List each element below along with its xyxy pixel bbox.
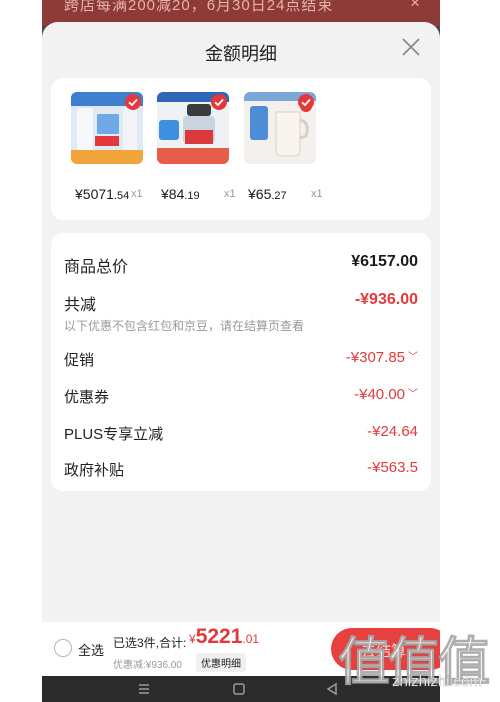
subsidy-value: -¥563.5 [367, 459, 418, 476]
product-item[interactable]: ¥5071.54 x1 [71, 92, 145, 202]
product-item[interactable]: ¥84.19 x1 [157, 92, 236, 202]
close-icon[interactable] [400, 36, 422, 58]
reduce-value: -¥936.00 [354, 291, 418, 308]
product-thumbnail-kettle [244, 92, 316, 164]
menu-icon[interactable] [137, 682, 151, 696]
reduce-label: 共减 [64, 297, 97, 314]
product-item[interactable]: ¥65.27 x1 [244, 92, 323, 202]
product-qty: x1 [224, 188, 236, 200]
product-qty: x1 [131, 188, 143, 200]
coupon-value: -¥40.00 ﹀ [354, 386, 418, 403]
back-icon[interactable] [325, 682, 339, 696]
checkmark-icon [125, 94, 141, 110]
discount-summary: 优惠减:¥936.00 [113, 660, 182, 671]
promotion-value: -¥307.85 ﹀ [345, 349, 418, 366]
product-qty: x1 [311, 188, 323, 200]
phone-screen: 跨店每满200减20，6月30日24点结束 × 金额明细 ¥5071.54 x1… [42, 0, 440, 702]
product-thumbnail-chopper [157, 92, 229, 164]
subsidy-label: 政府补贴 [64, 462, 125, 479]
home-icon[interactable] [232, 682, 246, 696]
checkmark-icon [298, 94, 314, 110]
coupon-label: 优惠券 [64, 389, 110, 406]
product-list: ¥5071.54 x1 ¥84.19 x1 ¥65.27 x1 [51, 78, 431, 220]
total-label: 商品总价 [64, 259, 129, 276]
price-summary: 商品总价 ¥6157.00 共减 -¥936.00 以下优惠不包含红包和京豆，请… [51, 233, 431, 491]
select-all-label[interactable]: 全选 [78, 640, 104, 659]
discount-note: 以下优惠不包含红包和京豆，请在结算页查看 [64, 319, 305, 333]
total-value: ¥6157.00 [351, 253, 418, 270]
product-thumbnail-ac [71, 92, 143, 164]
sheet-title: 金额明细 [205, 44, 277, 64]
discount-detail-button[interactable]: 优惠明细 [196, 653, 246, 672]
select-all-radio[interactable] [54, 639, 72, 657]
amount-detail-sheet: 金额明细 ¥5071.54 x1 ¥84.19 x1 ¥65.27 x1 商品总… [42, 22, 440, 622]
product-price: ¥65.27 [248, 186, 287, 202]
plus-discount-value: -¥24.64 [367, 423, 418, 440]
checkmark-icon [211, 94, 227, 110]
watermark-url: zhizhizhi.com [391, 673, 483, 691]
chevron-down-icon: ﹀ [408, 352, 418, 363]
chevron-down-icon: ﹀ [408, 389, 418, 400]
plus-discount-label: PLUS专享立减 [64, 426, 164, 443]
promo-banner-close-icon[interactable]: × [410, 0, 420, 13]
promotion-label: 促销 [64, 352, 95, 369]
site-watermark: 值值值 zhizhizhi.com [337, 620, 490, 702]
selected-info: 已选3件,合计: [113, 636, 187, 650]
promo-banner-text: 跨店每满200减20，6月30日24点结束 [64, 0, 334, 14]
product-price: ¥84.19 [161, 186, 200, 202]
product-price: ¥5071.54 [75, 186, 130, 202]
order-total: ¥5221.01 [189, 625, 260, 648]
